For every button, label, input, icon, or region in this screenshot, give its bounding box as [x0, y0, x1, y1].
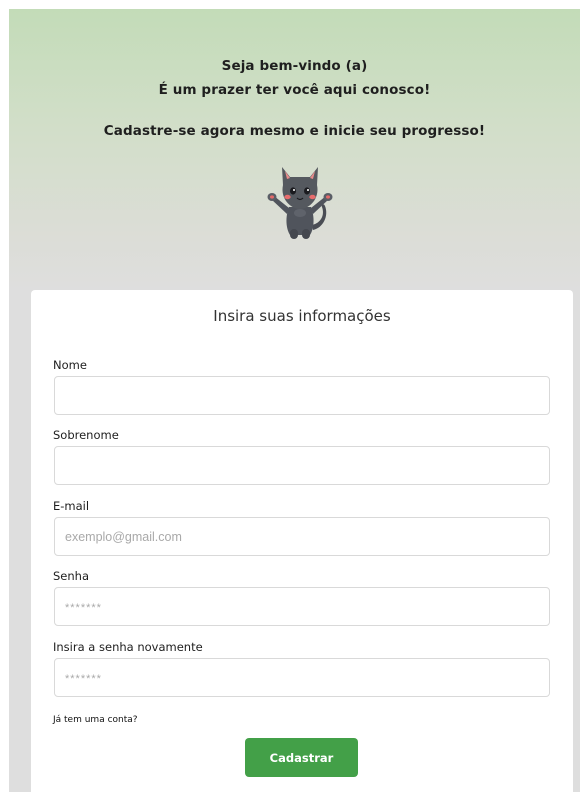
signup-call-to-action: Cadastre-se agora mesmo e inicie seu pro…	[103, 123, 486, 139]
password-label: Senha	[53, 569, 89, 583]
form-title: Insira suas informações	[213, 307, 391, 325]
confirm-password-input[interactable]	[54, 658, 550, 697]
password-input[interactable]	[54, 587, 550, 626]
page-background: Seja bem-vindo (a) É um prazer ter você …	[9, 9, 580, 792]
welcome-subline: É um prazer ter você aqui conosco!	[158, 82, 431, 98]
first-name-input[interactable]	[54, 376, 550, 415]
last-name-input[interactable]	[54, 446, 550, 485]
email-input[interactable]	[54, 517, 550, 556]
login-link[interactable]: Já tem uma conta?	[53, 715, 138, 725]
last-name-label: Sobrenome	[53, 428, 119, 442]
email-label: E-mail	[53, 499, 90, 513]
welcome-header: Seja bem-vindo (a) É um prazer ter você …	[9, 9, 580, 289]
registration-form: Insira suas informações Nome Sobrenome E…	[31, 290, 573, 792]
cat-mascot-icon	[267, 167, 333, 239]
first-name-label: Nome	[53, 358, 87, 372]
welcome-line: Seja bem-vindo (a)	[221, 58, 368, 74]
register-button[interactable]: Cadastrar	[245, 738, 358, 777]
confirm-password-label: Insira a senha novamente	[53, 640, 203, 654]
